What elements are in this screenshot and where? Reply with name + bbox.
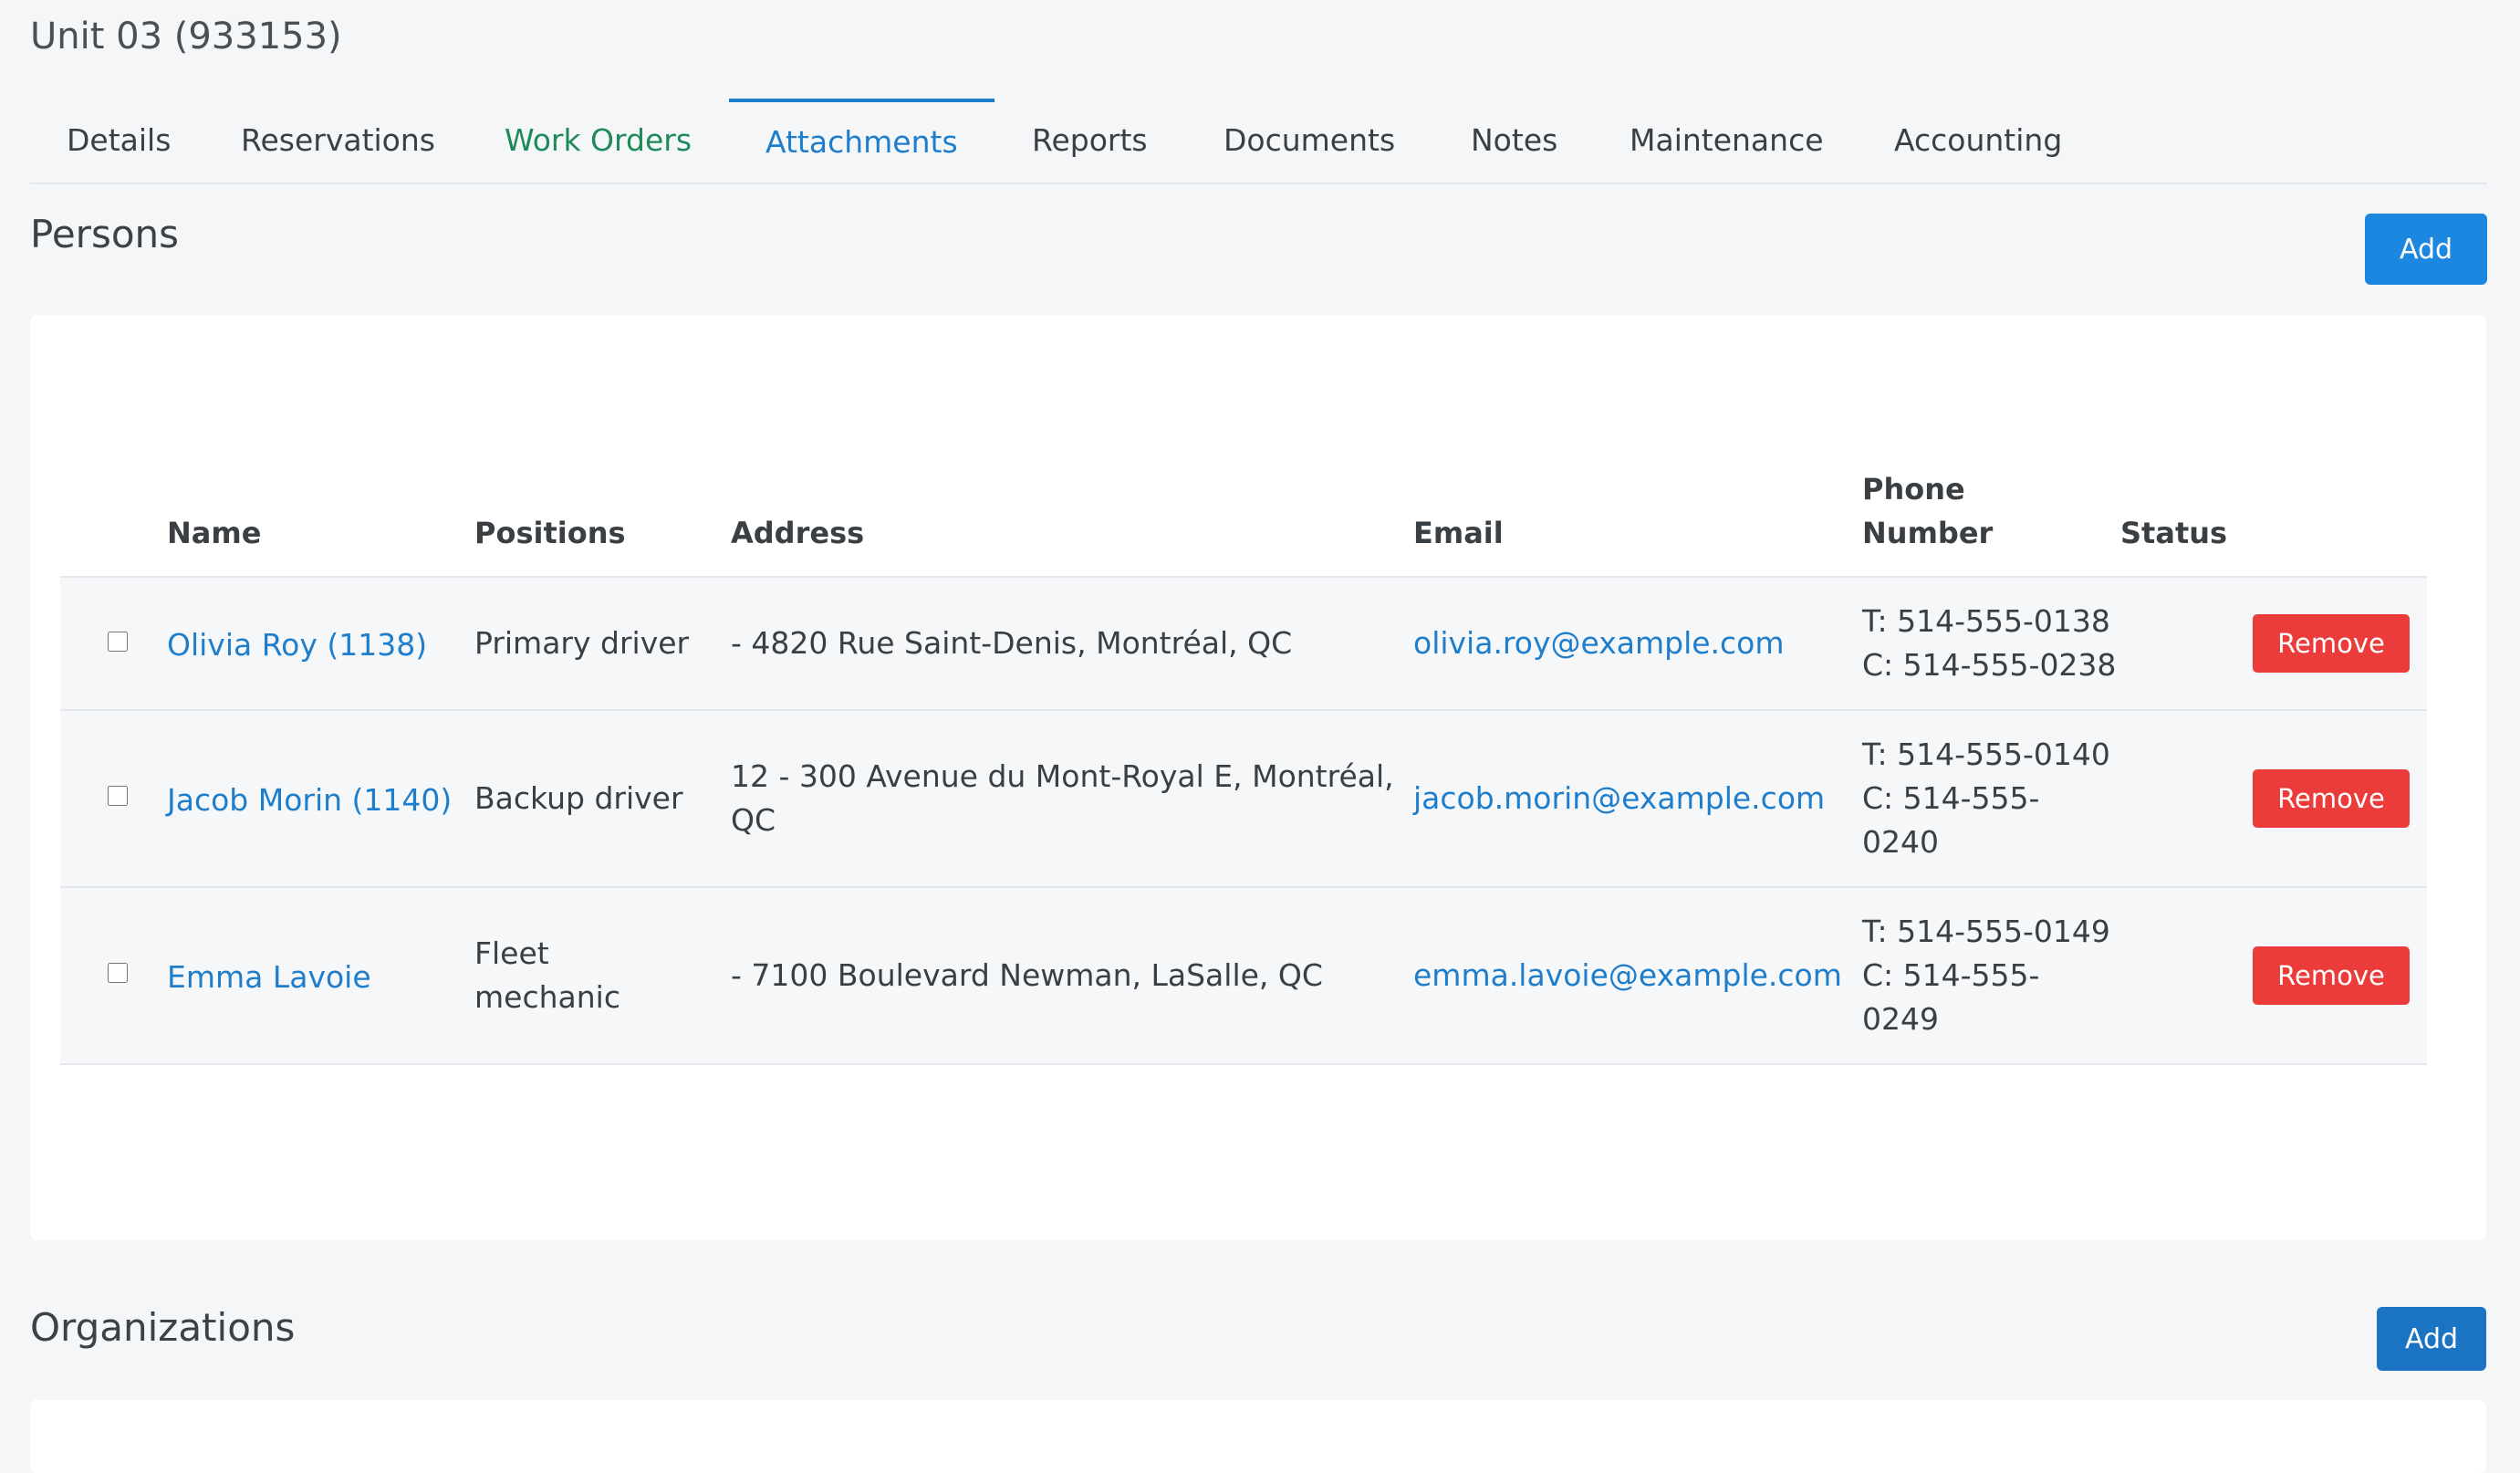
person-position-line: Backup driver [474,780,683,816]
person-address-line: - 7100 Boulevard Newman, LaSalle, QC [731,957,1323,993]
tab-attachments[interactable]: Attachments [729,99,994,184]
column-header-email: Email [1413,516,1504,550]
tab-reservations[interactable]: Reservations [204,99,472,183]
column-header-status: Status [2120,516,2228,550]
persons-heading: Persons [30,212,180,256]
row-select-checkbox[interactable] [108,963,128,983]
page: Unit 03 (933153) Details Reservations Wo… [0,0,2520,1473]
person-email-link[interactable]: jacob.morin@example.com [1413,777,1825,820]
table-row: Olivia Roy (1138) Primary driver - 4820 … [60,578,2427,711]
person-address: - 4820 Rue Saint-Denis, Montréal, QC [731,622,1292,665]
persons-table: Name Positions Address Email Phone Numbe… [60,418,2427,1065]
organizations-card [30,1400,2486,1473]
person-address: 12 - 300 Avenue du Mont-Royal E, Montréa… [731,755,1394,842]
column-header-positions: Positions [474,516,626,550]
person-address-line: - 4820 Rue Saint-Denis, Montréal, QC [731,625,1293,661]
table-header: Name Positions Address Email Phone Numbe… [60,418,2427,578]
column-header-name: Name [167,516,262,550]
person-phone: T: 514-555-0138 C: 514-555-0238 [1862,600,2116,687]
organizations-heading: Organizations [30,1305,296,1350]
person-phone-line: T: 514-555-0149 [1862,914,2110,949]
person-phone-line: T: 514-555-0140 [1862,736,2110,772]
person-address: - 7100 Boulevard Newman, LaSalle, QC [731,954,1323,998]
tab-bar: Details Reservations Work Orders Attachm… [30,99,2487,184]
person-positions: Primary driver [474,622,689,665]
column-header-phone: Phone Number [1862,467,1993,555]
person-position-line: Fleet [474,935,549,971]
column-header-address: Address [731,516,865,550]
person-email-link[interactable]: emma.lavoie@example.com [1413,954,1842,998]
person-address-line: QC [731,802,776,838]
person-positions: Backup driver [474,777,683,820]
person-phone: T: 514-555-0149 C: 514-555- 0249 [1862,910,2110,1041]
add-person-button[interactable]: Add [2365,214,2487,285]
person-name-link[interactable]: Jacob Morin (1140) [167,778,452,822]
person-phone-line: C: 514-555- [1862,780,2040,816]
person-address-line: 12 - 300 Avenue du Mont-Royal E, Montréa… [731,758,1394,794]
table-row: Jacob Morin (1140) Backup driver 12 - 30… [60,711,2427,888]
remove-person-button[interactable]: Remove [2253,614,2410,673]
person-name-link[interactable]: Emma Lavoie [167,956,371,999]
person-phone-line: T: 514-555-0138 [1862,603,2110,639]
person-phone-line: C: 514-555-0238 [1862,647,2117,683]
page-title: Unit 03 (933153) [30,16,342,57]
row-select-checkbox[interactable] [108,786,128,806]
row-select-checkbox[interactable] [108,632,128,652]
person-name-link[interactable]: Olivia Roy (1138) [167,623,427,667]
tab-maintenance[interactable]: Maintenance [1593,99,1860,183]
tab-details[interactable]: Details [30,99,207,183]
person-positions: Fleet mechanic [474,932,620,1019]
tab-notes[interactable]: Notes [1434,99,1594,183]
person-email-link[interactable]: olivia.roy@example.com [1413,622,1785,665]
tab-documents[interactable]: Documents [1187,99,1432,183]
remove-person-button[interactable]: Remove [2253,946,2410,1005]
tab-work-orders[interactable]: Work Orders [468,99,728,183]
tab-reports[interactable]: Reports [995,99,1184,183]
person-position-line: mechanic [474,979,620,1015]
person-phone-line: C: 514-555- [1862,957,2040,993]
remove-person-button[interactable]: Remove [2253,769,2410,828]
person-phone-line: 0249 [1862,1001,1939,1037]
column-header-phone-line2: Number [1862,516,1994,550]
column-header-phone-line1: Phone [1862,472,1965,507]
person-phone-line: 0240 [1862,824,1939,860]
person-phone: T: 514-555-0140 C: 514-555- 0240 [1862,733,2110,864]
person-position-line: Primary driver [474,625,690,661]
add-organization-button[interactable]: Add [2377,1307,2486,1371]
table-row: Emma Lavoie Fleet mechanic - 7100 Boulev… [60,888,2427,1065]
tab-accounting[interactable]: Accounting [1858,99,2098,183]
